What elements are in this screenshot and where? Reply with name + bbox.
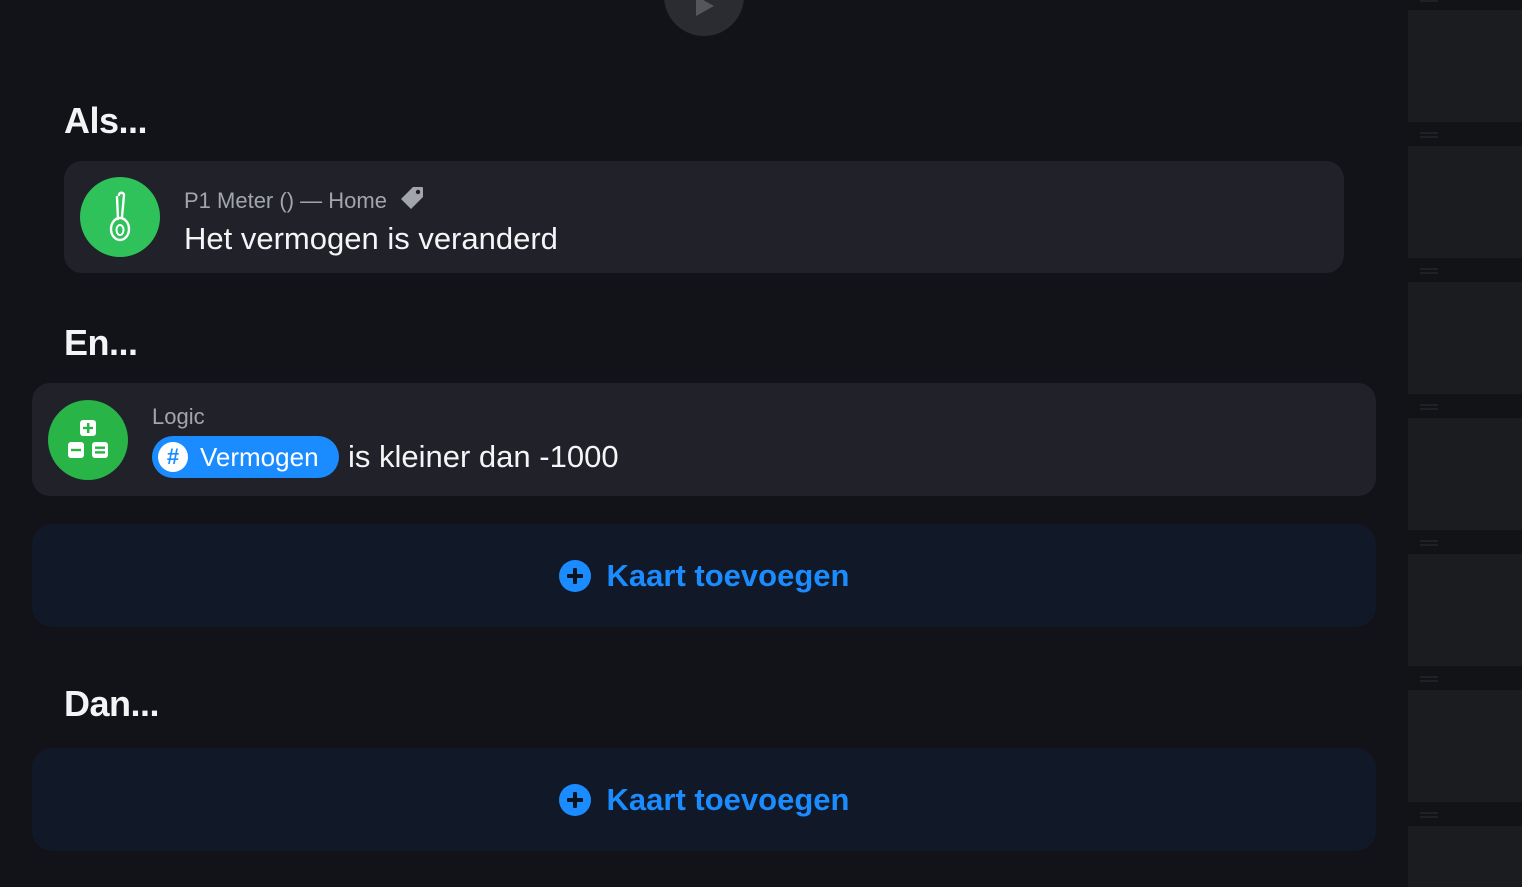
add-action-label: Kaart toevoegen [606,781,850,817]
flow-editor: Als... P1 Meter () — Home Het vermogen i… [0,0,1408,887]
tag-icon [401,187,424,209]
play-icon [696,0,714,16]
card-picker-panel [1408,0,1522,887]
panel-divider [1408,258,1522,282]
condition-text: is kleiner dan -1000 [348,439,619,474]
condition-card[interactable]: Logic # Vermogen is kleiner dan -1000 [32,383,1376,496]
p1-meter-icon [80,177,160,257]
panel-divider [1408,666,1522,690]
panel-divider [1408,394,1522,418]
plus-circle-icon [558,783,591,816]
trigger-device-name: P1 Meter () — Home [184,188,387,213]
token-vermogen[interactable]: # Vermogen [152,436,339,478]
trigger-card[interactable]: P1 Meter () — Home Het vermogen is veran… [64,161,1344,273]
trigger-device-label: P1 Meter () — Home [184,185,425,214]
logic-calculator-icon [48,400,128,480]
section-title-and: En... [64,322,138,363]
condition-source-label: Logic [152,404,205,429]
plus-circle-icon [558,559,591,592]
add-condition-card-button[interactable]: Kaart toevoegen [32,524,1376,627]
panel-divider [1408,122,1522,146]
add-condition-label: Kaart toevoegen [606,557,850,593]
panel-divider [1408,530,1522,554]
test-flow-button[interactable] [664,0,744,36]
section-title-then: Dan... [64,683,160,724]
add-action-card-button[interactable]: Kaart toevoegen [32,748,1376,851]
panel-divider [1408,0,1522,10]
panel-divider [1408,802,1522,826]
section-title-when: Als... [64,100,148,141]
hash-icon: # [158,442,188,472]
token-label: Vermogen [200,441,319,472]
trigger-text: Het vermogen is veranderd [184,221,558,256]
